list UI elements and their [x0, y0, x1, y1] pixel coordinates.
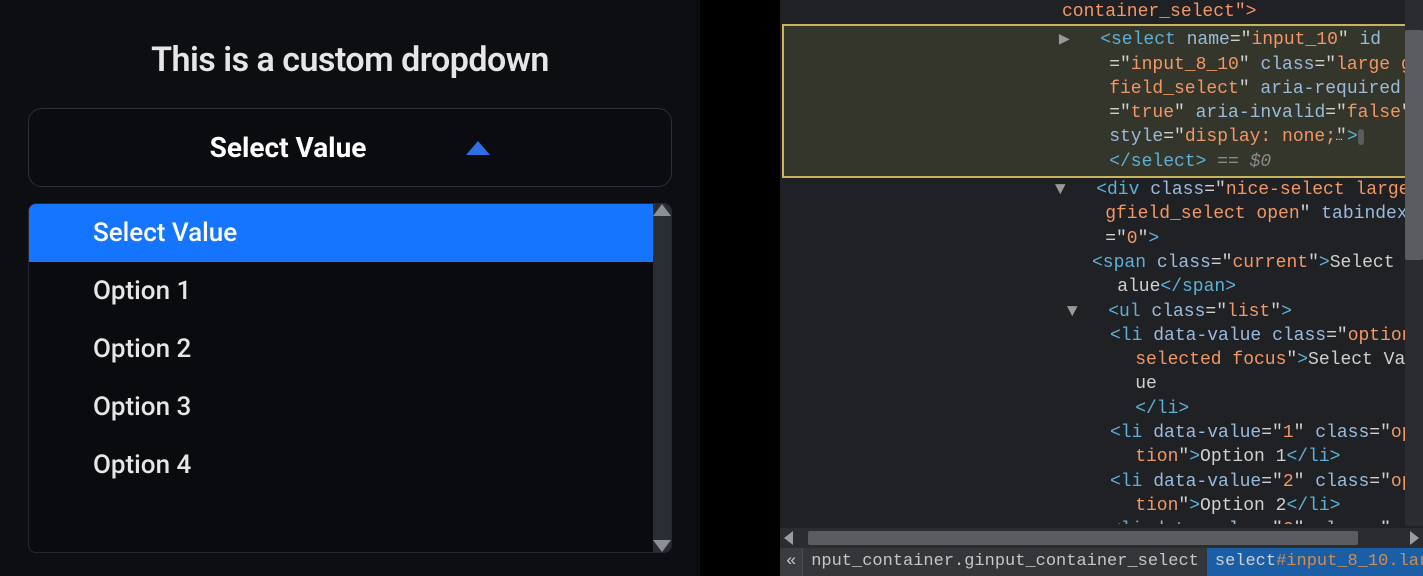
- preview-title: This is a custom dropdown: [28, 40, 672, 80]
- scroll-right-icon[interactable]: [1410, 531, 1419, 545]
- dropdown-options-panel: Select ValueOption 1Option 2Option 3Opti…: [28, 203, 672, 553]
- horizontal-scrollbar-track[interactable]: [796, 531, 1407, 545]
- scrollbar-track[interactable]: [653, 204, 671, 552]
- chevron-up-icon: [466, 141, 490, 155]
- vertical-scrollbar[interactable]: [1405, 0, 1423, 526]
- dom-line[interactable]: ▶<select name="input_10" id="input_8_10"…: [1084, 28, 1413, 174]
- dropdown-option[interactable]: Option 2: [29, 320, 653, 378]
- dom-line[interactable]: <li data-value="3" class="option">Option…: [1110, 518, 1417, 524]
- dom-line[interactable]: ▼<ul class="list">: [1092, 300, 1417, 324]
- horizontal-scrollbar-thumb[interactable]: [808, 531, 1358, 545]
- dom-line[interactable]: <li data-value="2" class="option">Option…: [1110, 470, 1417, 519]
- scroll-down-icon[interactable]: [653, 540, 671, 552]
- dom-selected-node[interactable]: … ▶<select name="input_10" id="input_8_1…: [782, 24, 1415, 178]
- horizontal-scrollbar[interactable]: [780, 528, 1423, 548]
- dropdown-toggle[interactable]: Select Value: [28, 108, 672, 187]
- vertical-scrollbar-thumb[interactable]: [1405, 30, 1423, 260]
- dom-line[interactable]: <li data-value class="option selected fo…: [1110, 324, 1417, 421]
- breadcrumb-segment[interactable]: nput_container.ginput_container_select: [803, 548, 1207, 576]
- dropdown-option[interactable]: Option 1: [29, 262, 653, 320]
- dropdown-option[interactable]: Option 4: [29, 436, 653, 494]
- breadcrumb-segment-selected[interactable]: select#input_8_10.large.gfield_select: [1207, 548, 1423, 576]
- dropdown-current-label: Select Value: [210, 131, 367, 164]
- dom-line[interactable]: container_select">: [1062, 0, 1417, 24]
- scroll-up-icon[interactable]: [653, 204, 671, 216]
- scroll-left-icon[interactable]: [784, 531, 793, 545]
- preview-pane: This is a custom dropdown Select Value S…: [0, 0, 700, 576]
- dom-line[interactable]: <li data-value="1" class="option">Option…: [1110, 421, 1417, 470]
- devtools-breadcrumb[interactable]: « nput_container.ginput_container_select…: [780, 548, 1423, 576]
- pane-divider[interactable]: [700, 0, 780, 576]
- dropdown-option[interactable]: Option 3: [29, 378, 653, 436]
- dom-tree[interactable]: container_select"> … ▶<select name="inpu…: [780, 0, 1423, 524]
- dom-line[interactable]: <span class="current">Select Value</span…: [1092, 251, 1417, 300]
- breadcrumb-scroll-left[interactable]: «: [780, 548, 803, 576]
- dropdown-option[interactable]: Select Value: [29, 204, 653, 262]
- devtools-elements-panel: container_select"> … ▶<select name="inpu…: [780, 0, 1423, 576]
- dom-line[interactable]: ▼<div class="nice-select large gfield_se…: [1080, 178, 1417, 251]
- dropdown-options-list: Select ValueOption 1Option 2Option 3Opti…: [29, 204, 671, 494]
